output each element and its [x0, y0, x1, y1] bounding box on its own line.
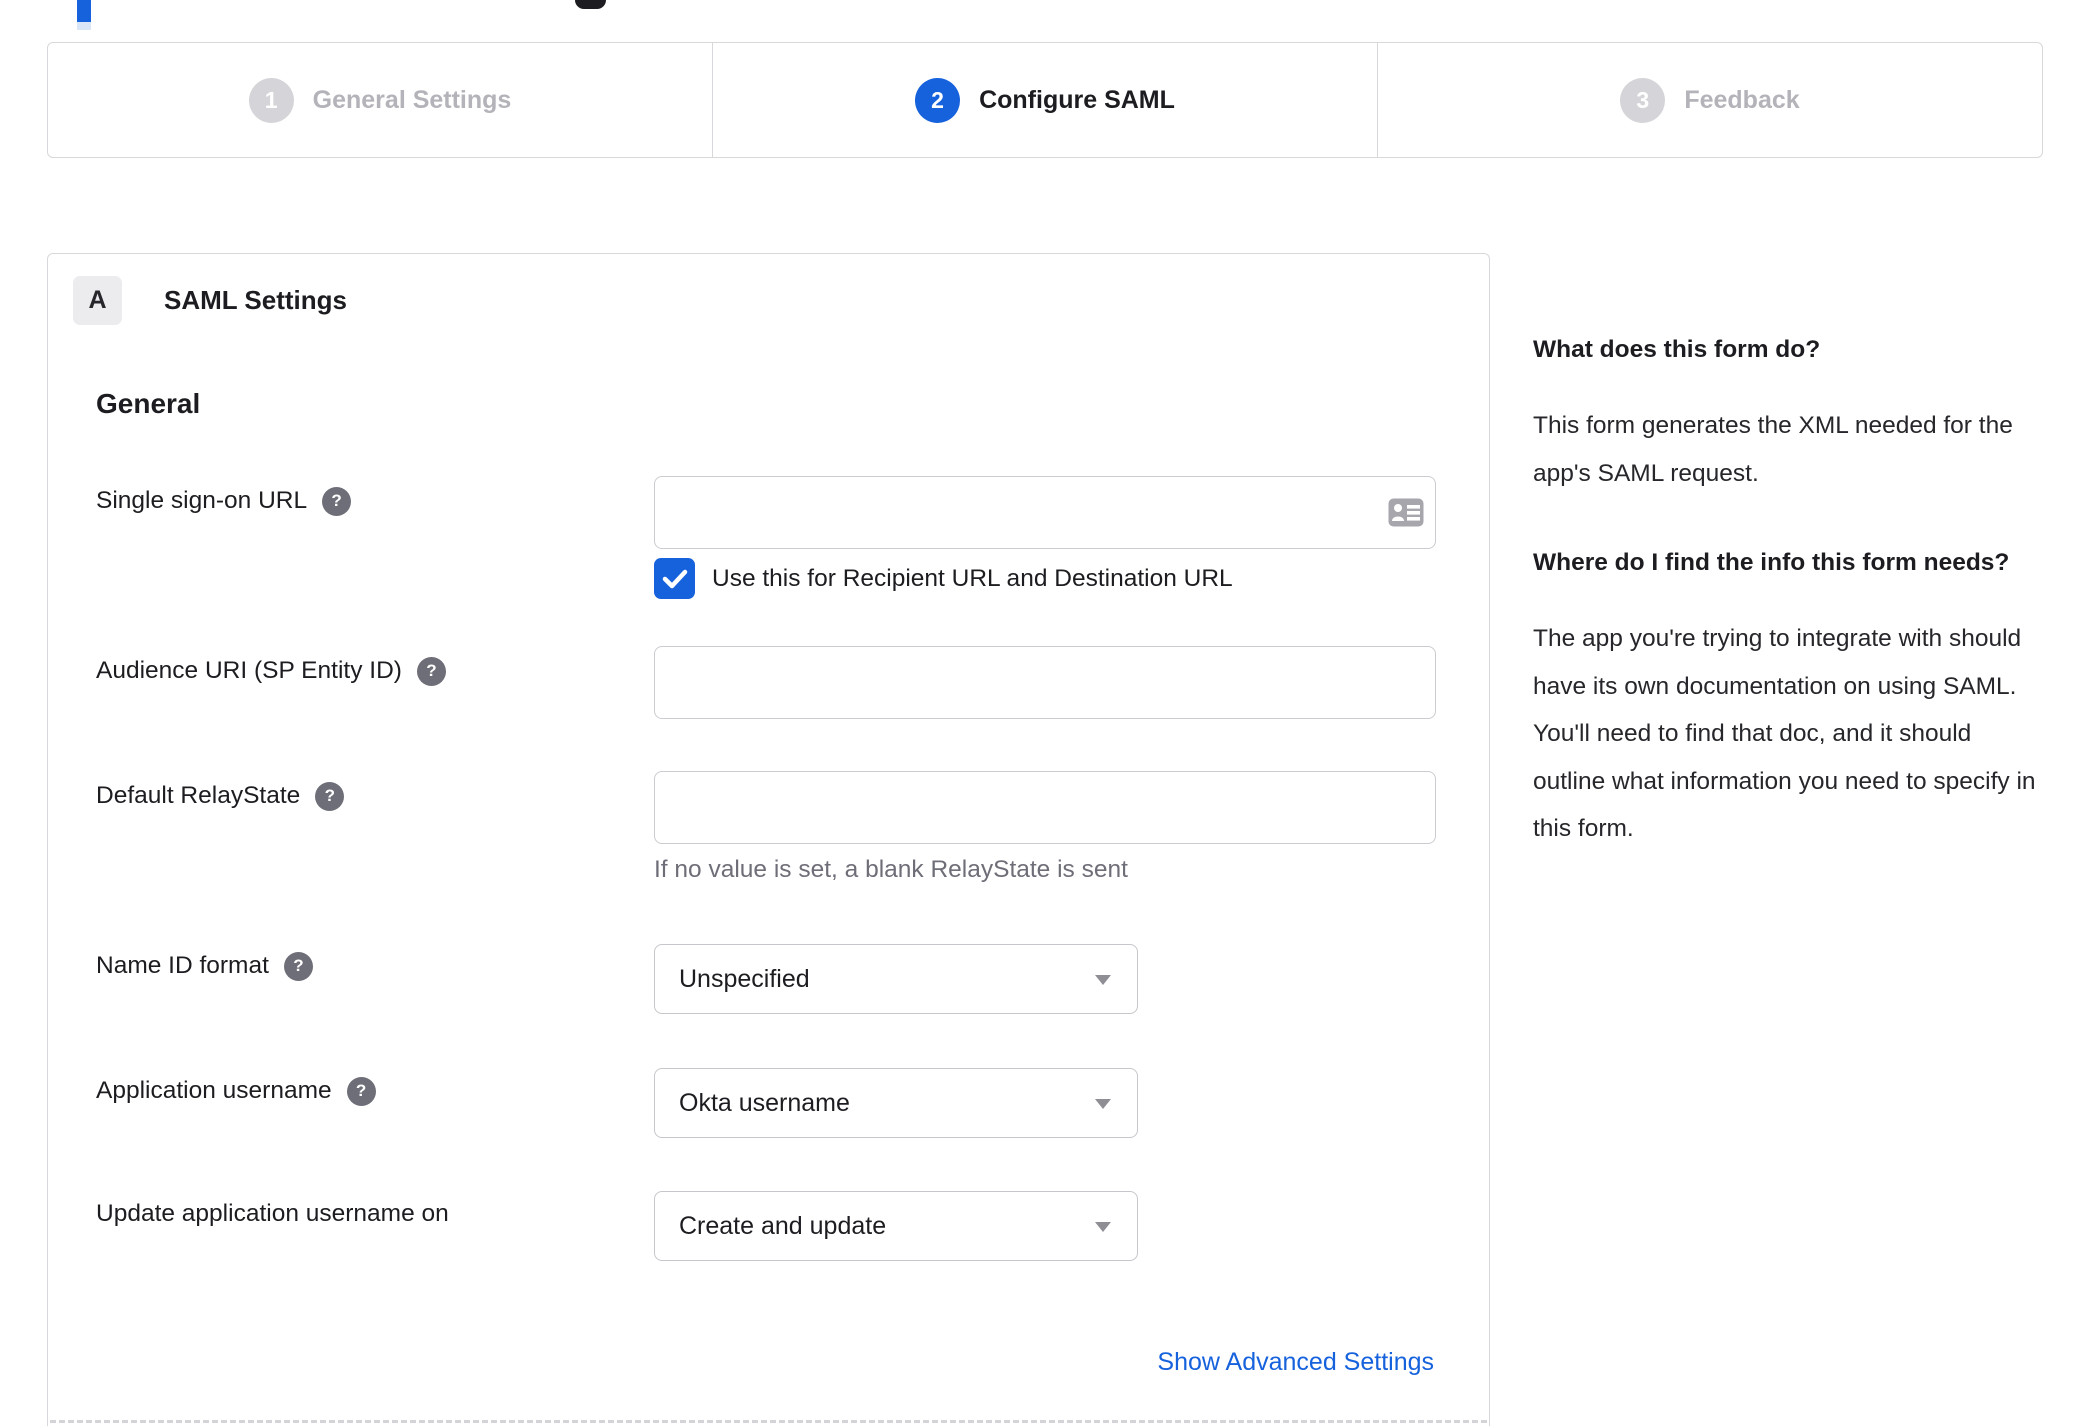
contact-card-icon[interactable]	[1387, 497, 1425, 528]
show-advanced-settings-link[interactable]: Show Advanced Settings	[1157, 1348, 1434, 1377]
selected-value: Unspecified	[679, 964, 810, 993]
checkmark-icon	[662, 569, 687, 588]
help-body-where: The app you're trying to integrate with …	[1533, 625, 2036, 842]
chevron-down-icon	[1095, 1222, 1111, 1232]
cropped-title-fragment	[77, 0, 91, 22]
help-heading-where: Where do I find the info this form needs…	[1533, 549, 2010, 576]
update-application-username-select[interactable]: Create and update	[654, 1191, 1138, 1261]
default-relaystate-input-wrap	[654, 771, 1436, 844]
recipient-url-checkbox[interactable]	[654, 558, 695, 599]
single-sign-on-url-input[interactable]	[654, 476, 1436, 549]
default-relaystate-input[interactable]	[654, 771, 1436, 844]
general-group-title: General	[96, 388, 201, 419]
step-label: General Settings	[312, 85, 512, 114]
selected-value: Okta username	[679, 1088, 850, 1117]
help-icon[interactable]: ?	[283, 951, 313, 981]
step-label: Feedback	[1684, 85, 1800, 114]
audience-uri-input[interactable]	[654, 646, 1436, 719]
audience-uri-input-wrap	[654, 646, 1436, 719]
cropped-title-fragment-tail	[77, 22, 91, 30]
help-icon[interactable]: ?	[322, 486, 352, 516]
step-number-badge: 3	[1620, 77, 1666, 123]
name-id-format-label: Name ID format ?	[96, 951, 313, 981]
selected-value: Create and update	[679, 1211, 887, 1240]
application-username-select[interactable]: Okta username	[654, 1068, 1138, 1138]
help-icon[interactable]: ?	[416, 656, 446, 686]
help-icon[interactable]: ?	[346, 1076, 376, 1106]
step-configure-saml[interactable]: 2 Configure SAML	[712, 43, 1377, 157]
recipient-url-checkbox-label: Use this for Recipient URL and Destinati…	[712, 565, 1233, 592]
step-number-badge: 1	[248, 77, 294, 123]
section-divider	[50, 1420, 1487, 1423]
relaystate-helper-text: If no value is set, a blank RelayState i…	[654, 856, 1128, 883]
section-a-badge: A	[73, 276, 122, 325]
help-body-what: This form generates the XML needed for t…	[1533, 412, 2013, 487]
step-feedback[interactable]: 3 Feedback	[1377, 43, 2042, 157]
default-relaystate-label: Default RelayState ?	[96, 781, 345, 811]
help-sidebar: What does this form do? This form genera…	[1533, 328, 2049, 897]
step-general-settings[interactable]: 1 General Settings	[48, 43, 712, 157]
chevron-down-icon	[1095, 1099, 1111, 1109]
chevron-down-icon	[1095, 975, 1111, 985]
step-label: Configure SAML	[979, 85, 1175, 114]
single-sign-on-url-label: Single sign-on URL ?	[96, 486, 352, 516]
help-icon[interactable]: ?	[315, 781, 345, 811]
wizard-stepper: 1 General Settings 2 Configure SAML 3 Fe…	[47, 42, 2043, 158]
section-title: SAML Settings	[164, 285, 347, 315]
step-number-badge: 2	[915, 77, 961, 123]
update-application-username-label: Update application username on	[96, 1200, 449, 1227]
single-sign-on-url-input-wrap	[654, 476, 1436, 549]
audience-uri-label: Audience URI (SP Entity ID) ?	[96, 656, 446, 686]
help-heading-what: What does this form do?	[1533, 336, 1821, 363]
saml-settings-panel: A SAML Settings General Single sign-on U…	[47, 253, 1490, 1426]
name-id-format-select[interactable]: Unspecified	[654, 944, 1138, 1014]
application-username-label: Application username ?	[96, 1076, 376, 1106]
cropped-icon-fragment	[575, 0, 606, 9]
